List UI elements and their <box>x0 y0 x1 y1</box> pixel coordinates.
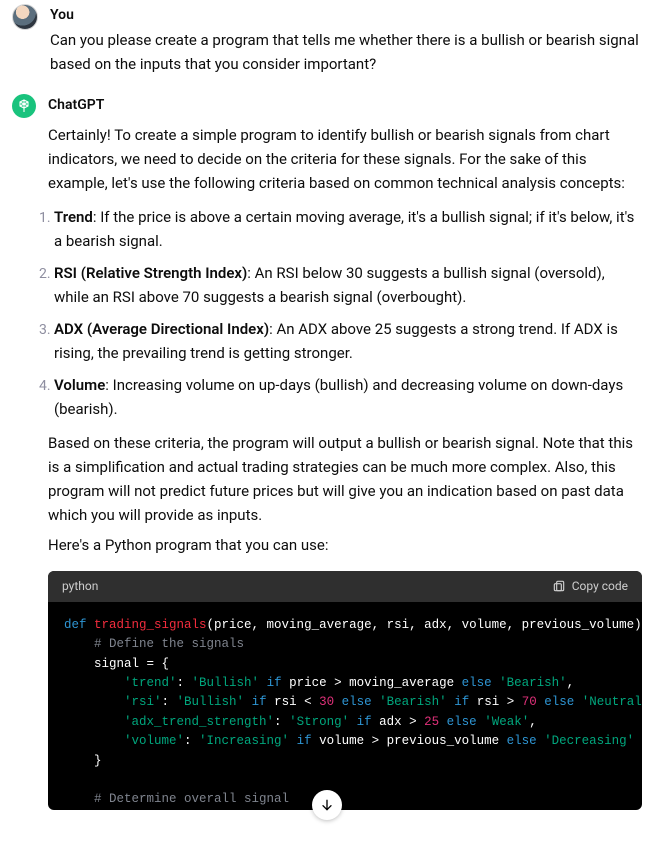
assistant-leadin: Here's a Python program that you can use… <box>48 533 642 557</box>
user-message: You Can you please create a program that… <box>12 0 642 90</box>
criteria-name: Volume <box>54 376 105 394</box>
code-header: python Copy code <box>48 571 642 602</box>
criteria-list: Trend: If the price is above a certain m… <box>32 205 642 421</box>
user-text: Can you please create a program that tel… <box>50 28 642 76</box>
role-label: You <box>50 4 642 26</box>
arrow-down-icon <box>319 797 335 813</box>
scroll-to-bottom-button[interactable] <box>312 790 342 820</box>
list-item: Trend: If the price is above a certain m… <box>54 205 642 253</box>
list-item: Volume: Increasing volume on up-days (bu… <box>54 373 642 421</box>
criteria-name: ADX (Average Directional Index) <box>54 320 269 338</box>
assistant-message: ChatGPT Certainly! To create a simple pr… <box>12 90 642 824</box>
copy-code-label: Copy code <box>572 577 628 596</box>
conversation-thread: You Can you please create a program that… <box>0 0 654 842</box>
assistant-note: Based on these criteria, the program wil… <box>48 431 642 527</box>
criteria-name: RSI (Relative Strength Index) <box>54 264 247 282</box>
criteria-desc: : If the price is above a certain moving… <box>54 208 634 250</box>
avatar <box>12 4 38 30</box>
clipboard-icon <box>552 579 566 593</box>
avatar <box>12 94 36 118</box>
code-content[interactable]: def trading_signals(price, moving_averag… <box>48 602 642 810</box>
code-block: python Copy code def trading_signals(pri… <box>48 571 642 810</box>
role-label: ChatGPT <box>48 94 642 116</box>
criteria-desc: : Increasing volume on up-days (bullish)… <box>54 376 623 418</box>
list-item: ADX (Average Directional Index): An ADX … <box>54 317 642 365</box>
copy-code-button[interactable]: Copy code <box>552 577 628 596</box>
list-item: RSI (Relative Strength Index): An RSI be… <box>54 261 642 309</box>
criteria-name: Trend <box>54 208 93 226</box>
openai-icon <box>16 98 32 114</box>
assistant-intro: Certainly! To create a simple program to… <box>48 123 642 195</box>
code-language: python <box>62 577 98 596</box>
